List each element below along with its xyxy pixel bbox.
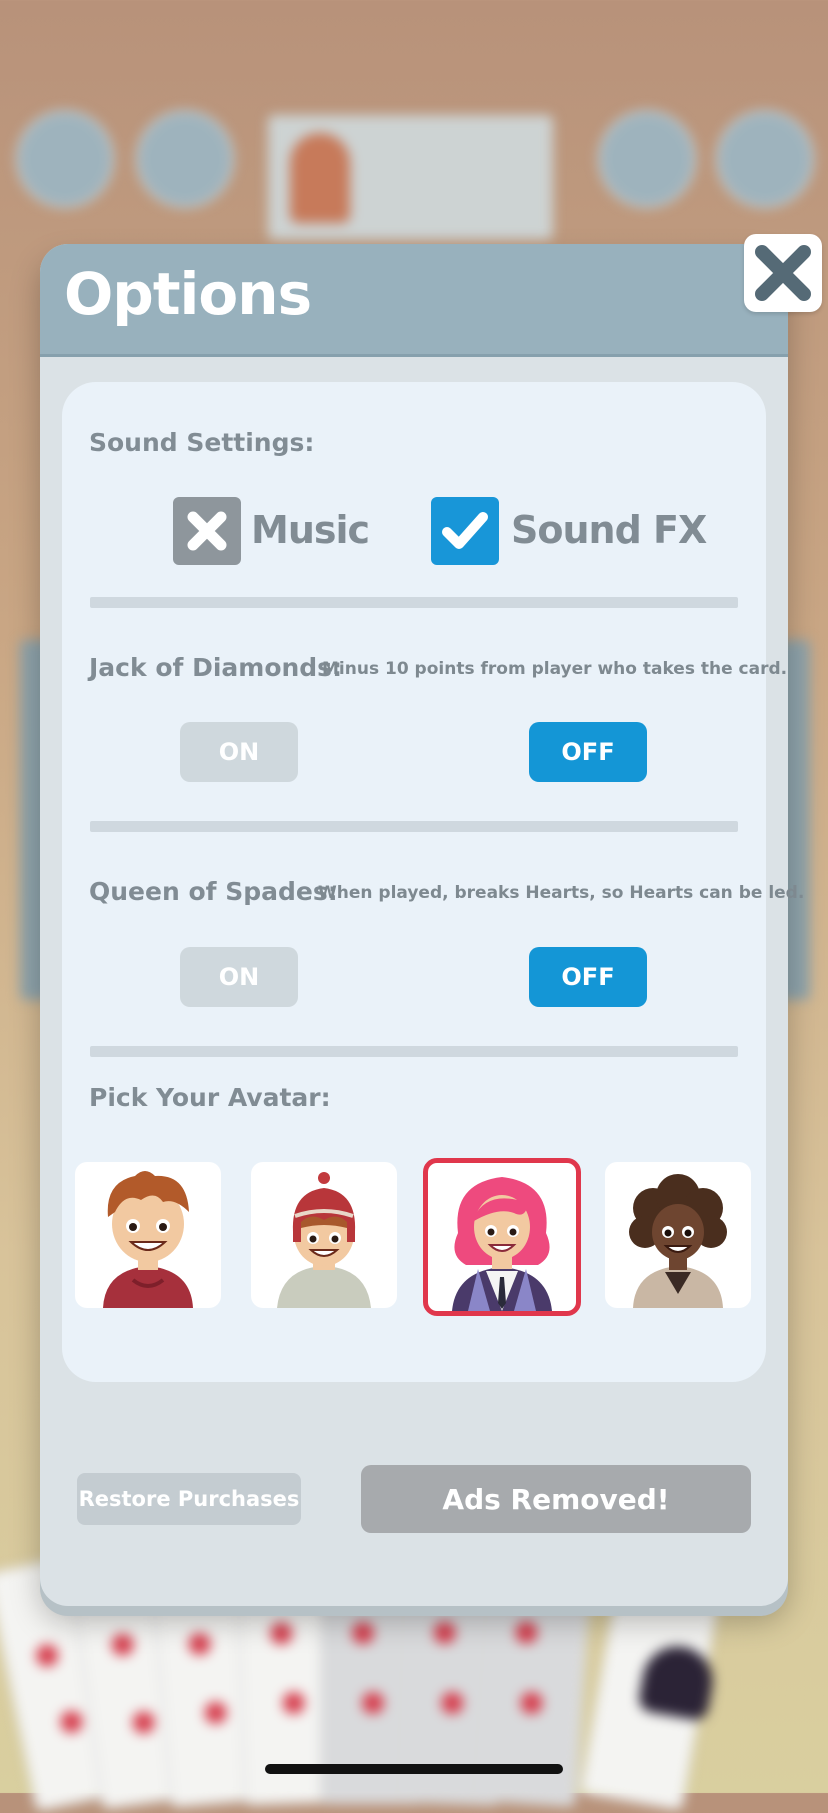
off-label: OFF	[561, 738, 615, 766]
bg-settings-button	[136, 110, 234, 208]
bg-menu-button	[16, 110, 114, 208]
queen-of-spades-label: Queen of Spades:	[89, 877, 338, 906]
close-x-icon	[755, 245, 811, 301]
home-indicator[interactable]	[265, 1764, 563, 1774]
sound-fx-label: Sound FX	[511, 508, 707, 552]
queen-of-spades-off-button[interactable]: OFF	[529, 947, 647, 1007]
divider	[90, 1046, 738, 1057]
restore-purchases-button[interactable]: Restore Purchases	[77, 1473, 301, 1525]
on-label: ON	[218, 963, 260, 991]
x-mark-icon	[187, 511, 227, 551]
avatar-boy-brown-hair[interactable]	[75, 1162, 221, 1308]
close-button[interactable]	[744, 234, 822, 312]
checkmark-icon	[442, 512, 488, 549]
bg-player-card	[268, 115, 553, 240]
divider	[90, 821, 738, 832]
off-label: OFF	[561, 963, 615, 991]
restore-purchases-label: Restore Purchases	[78, 1487, 300, 1511]
pick-avatar-label: Pick Your Avatar:	[89, 1083, 331, 1112]
dialog-header: Options	[40, 244, 788, 357]
on-label: ON	[218, 738, 260, 766]
jack-of-diamonds-label: Jack of Diamonds:	[89, 653, 343, 682]
woman-curly-hair-icon	[629, 1174, 727, 1308]
jack-of-diamonds-off-button[interactable]: OFF	[529, 722, 647, 782]
jack-of-diamonds-on-button[interactable]: ON	[180, 722, 298, 782]
divider	[90, 597, 738, 608]
music-label: Music	[251, 508, 370, 552]
ads-removed-button[interactable]: Ads Removed!	[361, 1465, 751, 1533]
avatar-boy-red-hat[interactable]	[251, 1162, 397, 1308]
boy-brown-hair-icon	[103, 1171, 193, 1308]
queen-of-spades-on-button[interactable]: ON	[180, 947, 298, 1007]
ads-removed-label: Ads Removed!	[442, 1482, 670, 1516]
queen-of-spades-description: When played, breaks Hearts, so Hearts ca…	[318, 883, 805, 903]
sound-settings-label: Sound Settings:	[89, 428, 315, 457]
bg-help-button	[598, 110, 696, 208]
bg-share-button	[716, 110, 814, 208]
sound-fx-checkbox[interactable]	[431, 497, 499, 565]
jack-of-diamonds-description: Minus 10 points from player who takes th…	[322, 659, 788, 679]
avatar-woman-pink-hair[interactable]	[423, 1158, 581, 1316]
woman-pink-hair-icon	[452, 1177, 552, 1311]
music-checkbox[interactable]	[173, 497, 241, 565]
avatar-woman-curly-hair[interactable]	[605, 1162, 751, 1308]
dialog-title: Options	[64, 260, 312, 328]
boy-red-hat-icon	[277, 1172, 371, 1308]
